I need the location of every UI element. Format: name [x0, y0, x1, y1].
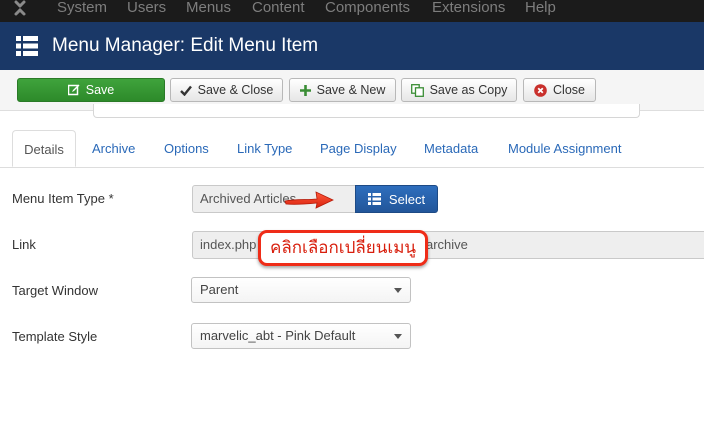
tab-page-display[interactable]: Page Display [320, 130, 397, 166]
save-and-close-label: Save & Close [197, 83, 274, 97]
topnav-menus[interactable]: Menus [186, 0, 231, 18]
tab-options[interactable]: Options [164, 130, 209, 166]
save-as-copy-button[interactable]: Save as Copy [401, 78, 517, 102]
red-arrow-icon [284, 191, 334, 209]
top-navigation-bar: System Users Menus Content Components Ex… [0, 0, 704, 22]
link-value-start: index.php [200, 237, 257, 252]
close-label: Close [553, 83, 585, 97]
annotation-callout: คลิกเลือกเปลี่ยนเมนู [258, 230, 428, 266]
save-and-close-button[interactable]: Save & Close [170, 78, 283, 102]
save-button[interactable]: Save [17, 78, 165, 102]
joomla-logo-icon[interactable] [10, 0, 30, 18]
close-circle-icon [534, 83, 547, 97]
select-menu-type-button[interactable]: Select [355, 185, 438, 213]
list-menu-icon [16, 36, 38, 56]
topnav-help[interactable]: Help [525, 0, 556, 18]
tab-metadata[interactable]: Metadata [424, 130, 478, 166]
edit-icon [67, 84, 80, 96]
template-style-label: Template Style [12, 329, 98, 344]
page-title: Menu Manager: Edit Menu Item [52, 35, 319, 56]
target-window-select[interactable]: Parent [191, 277, 411, 303]
tab-bar: Details Archive Options Link Type Page D… [0, 130, 704, 168]
topnav-extensions[interactable]: Extensions [432, 0, 505, 18]
save-and-new-button[interactable]: Save & New [289, 78, 396, 102]
checkmark-icon [179, 85, 192, 96]
link-value-end: archive [426, 237, 468, 252]
target-window-value: Parent [200, 282, 239, 297]
page-header: Menu Manager: Edit Menu Item [0, 22, 704, 70]
list-icon [367, 193, 381, 205]
save-label: Save [85, 83, 115, 97]
topnav-content[interactable]: Content [252, 0, 305, 18]
topnav-components[interactable]: Components [325, 0, 410, 18]
topnav-system[interactable]: System [57, 0, 107, 18]
template-style-value: marvelic_abt - Pink Default [200, 328, 356, 343]
close-button[interactable]: Close [523, 78, 596, 102]
tab-details[interactable]: Details [12, 130, 76, 167]
copy-icon [410, 83, 424, 97]
save-and-new-label: Save & New [316, 83, 386, 97]
tab-module-assignment[interactable]: Module Assignment [508, 130, 621, 166]
plus-icon [299, 84, 311, 96]
tab-link-type[interactable]: Link Type [237, 130, 292, 166]
menu-item-type-label: Menu Item Type * [12, 191, 114, 206]
title-field-partial [93, 104, 640, 118]
template-style-select[interactable]: marvelic_abt - Pink Default [191, 323, 411, 349]
chevron-down-icon [394, 334, 402, 339]
target-window-label: Target Window [12, 283, 98, 298]
save-as-copy-label: Save as Copy [429, 83, 508, 97]
topnav-users[interactable]: Users [127, 0, 166, 18]
chevron-down-icon [394, 288, 402, 293]
select-button-label: Select [388, 191, 426, 207]
link-label: Link [12, 237, 36, 252]
tab-archive[interactable]: Archive [92, 130, 135, 166]
